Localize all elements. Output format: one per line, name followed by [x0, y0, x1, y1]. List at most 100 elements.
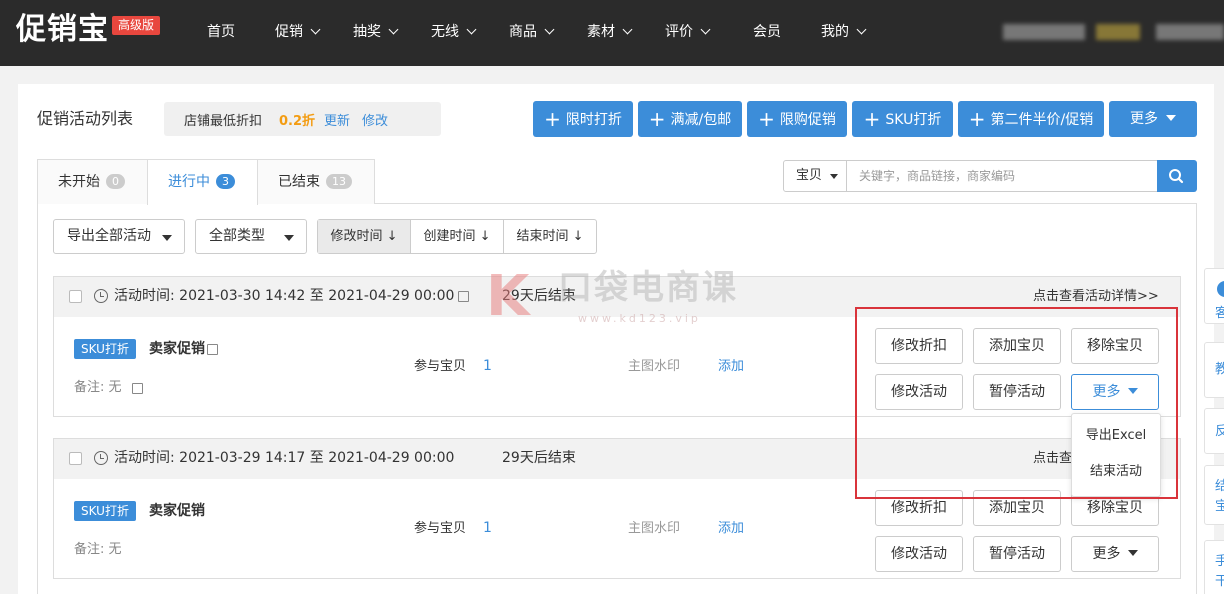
side-panel-item[interactable]: 结 宝	[1204, 465, 1224, 525]
min-discount-label: 店铺最低折扣	[184, 114, 263, 129]
sort-arrow-icon: ↓	[479, 229, 491, 244]
tab-count-badge: 0	[106, 174, 125, 189]
chevron-down-icon	[700, 24, 711, 35]
sort-group: 修改时间 ↓ 创建时间 ↓ 结束时间 ↓	[317, 219, 597, 254]
nav-mine[interactable]: 我的	[821, 22, 867, 42]
sort-end-time[interactable]: 结束时间 ↓	[504, 220, 596, 253]
side-label: 手	[1215, 554, 1224, 569]
items-count-link[interactable]: 1	[483, 356, 492, 376]
nav-products[interactable]: 商品	[509, 22, 555, 42]
side-label: 宝	[1215, 499, 1224, 514]
create-limit-buy-button[interactable]: + 限购促销	[747, 101, 847, 137]
page-title: 促销活动列表	[37, 109, 134, 128]
search-button[interactable]	[1157, 160, 1197, 192]
nav-materials[interactable]: 素材	[587, 22, 633, 42]
activity-note: 备注: 无	[74, 542, 122, 557]
items-label: 参与宝贝	[414, 521, 467, 536]
sort-created-time[interactable]: 创建时间 ↓	[411, 220, 504, 253]
nav-wireless[interactable]: 无线	[431, 22, 477, 42]
side-panel-item[interactable]: 教	[1204, 342, 1224, 398]
modify-link[interactable]: 修改	[362, 110, 388, 129]
nav-promotion[interactable]: 促销	[275, 22, 321, 42]
tab-count-badge: 13	[326, 174, 352, 189]
type-select[interactable]: 全部类型	[195, 219, 307, 254]
activity-checkbox[interactable]	[69, 290, 82, 303]
export-all-select[interactable]: 导出全部活动	[53, 219, 185, 254]
activity-name: 卖家促销	[149, 503, 205, 519]
logo[interactable]: 促销宝	[16, 10, 109, 50]
chevron-down-icon	[544, 24, 555, 35]
caret-down-icon	[162, 235, 172, 241]
remaining-time: 29天后结束	[502, 288, 576, 304]
plus-icon: +	[758, 107, 775, 131]
plus-icon: +	[863, 107, 881, 131]
pause-activity-button[interactable]: 暂停活动	[973, 536, 1061, 572]
chevron-down-icon	[310, 24, 321, 35]
nav-lottery[interactable]: 抽奖	[353, 22, 399, 42]
edition-badge: 高级版	[112, 16, 161, 35]
activity-type-badge: SKU打折	[74, 339, 136, 359]
sort-arrow-icon: ↓	[572, 229, 584, 244]
activity-type-badge: SKU打折	[74, 501, 136, 521]
side-panel-item[interactable]: 反	[1204, 408, 1224, 454]
blurred-avatar	[1096, 24, 1140, 40]
caret-down-icon	[1127, 550, 1138, 556]
more-actions-button[interactable]: 更多	[1071, 536, 1159, 572]
side-label: 教	[1215, 362, 1224, 377]
tab-not-started[interactable]: 未开始 0	[37, 159, 148, 204]
plus-icon: +	[648, 107, 666, 131]
sort-arrow-icon: ↓	[386, 229, 398, 244]
side-label: 客	[1215, 306, 1224, 321]
remaining-time: 29天后结束	[502, 450, 576, 466]
update-link[interactable]: 更新	[324, 110, 350, 129]
highlight-box	[855, 307, 1178, 499]
edit-icon[interactable]	[207, 344, 218, 355]
side-panel-item[interactable]: 客	[1204, 268, 1224, 324]
search-input[interactable]: 关键字，商品链接，商家编码	[846, 160, 1158, 192]
caret-down-icon	[1166, 115, 1176, 121]
side-label: 反	[1215, 424, 1224, 439]
watermark-add-link[interactable]: 添加	[718, 519, 744, 539]
activity-name: 卖家促销	[149, 341, 205, 357]
create-flash-discount-button[interactable]: + 限时打折	[533, 101, 633, 137]
service-icon	[1217, 281, 1224, 297]
chevron-down-icon	[622, 24, 633, 35]
nav-reviews[interactable]: 评价	[665, 22, 711, 42]
chevron-down-icon	[856, 24, 867, 35]
activity-detail-link[interactable]: 点击查看活动详情>>	[1033, 287, 1159, 307]
blurred-user-info	[1003, 24, 1085, 40]
nav-home[interactable]: 首页	[207, 22, 235, 42]
create-second-half-button[interactable]: + 第二件半价/促销	[958, 101, 1104, 137]
watermark-label: 主图水印	[628, 359, 681, 374]
search-icon	[1169, 169, 1184, 184]
side-label: 结	[1215, 479, 1224, 494]
caret-down-icon	[830, 174, 838, 179]
search-scope-select[interactable]: 宝贝	[783, 160, 847, 192]
side-label: 干	[1215, 574, 1224, 589]
nav-members[interactable]: 会员	[753, 22, 781, 42]
chevron-down-icon	[466, 24, 477, 35]
edit-icon[interactable]	[132, 383, 143, 394]
chevron-down-icon	[388, 24, 399, 35]
clock-icon	[94, 289, 108, 303]
min-discount-value: 0.2折	[279, 114, 316, 129]
top-navbar: 促销宝 高级版 首页 促销 抽奖 无线 商品 素材 评价 会员 我的	[0, 0, 1224, 66]
side-panel-item[interactable]: 手 干	[1204, 540, 1224, 594]
edit-activity-button[interactable]: 修改活动	[875, 536, 963, 572]
plus-icon: +	[544, 107, 561, 131]
tab-in-progress[interactable]: 进行中 3	[147, 159, 258, 205]
create-sku-discount-button[interactable]: + SKU打折	[852, 101, 953, 137]
tab-count-badge: 3	[216, 174, 235, 189]
sort-modified-time[interactable]: 修改时间 ↓	[318, 220, 411, 253]
watermark-add-link[interactable]: 添加	[718, 357, 744, 377]
tab-ended[interactable]: 已结束 13	[257, 159, 375, 204]
activity-checkbox[interactable]	[69, 452, 82, 465]
watermark-label: 主图水印	[628, 521, 681, 536]
activity-note: 备注: 无	[74, 380, 122, 395]
edit-icon[interactable]	[458, 291, 469, 302]
activity-time-text: 活动时间: 2021-03-29 14:17 至 2021-04-29 00:0…	[114, 450, 455, 466]
create-fullreduce-button[interactable]: + 满减/包邮	[638, 101, 742, 137]
items-count-link[interactable]: 1	[483, 518, 492, 538]
more-create-button[interactable]: 更多	[1109, 101, 1197, 137]
activity-time-text: 活动时间: 2021-03-30 14:42 至 2021-04-29 00:0…	[114, 288, 455, 304]
